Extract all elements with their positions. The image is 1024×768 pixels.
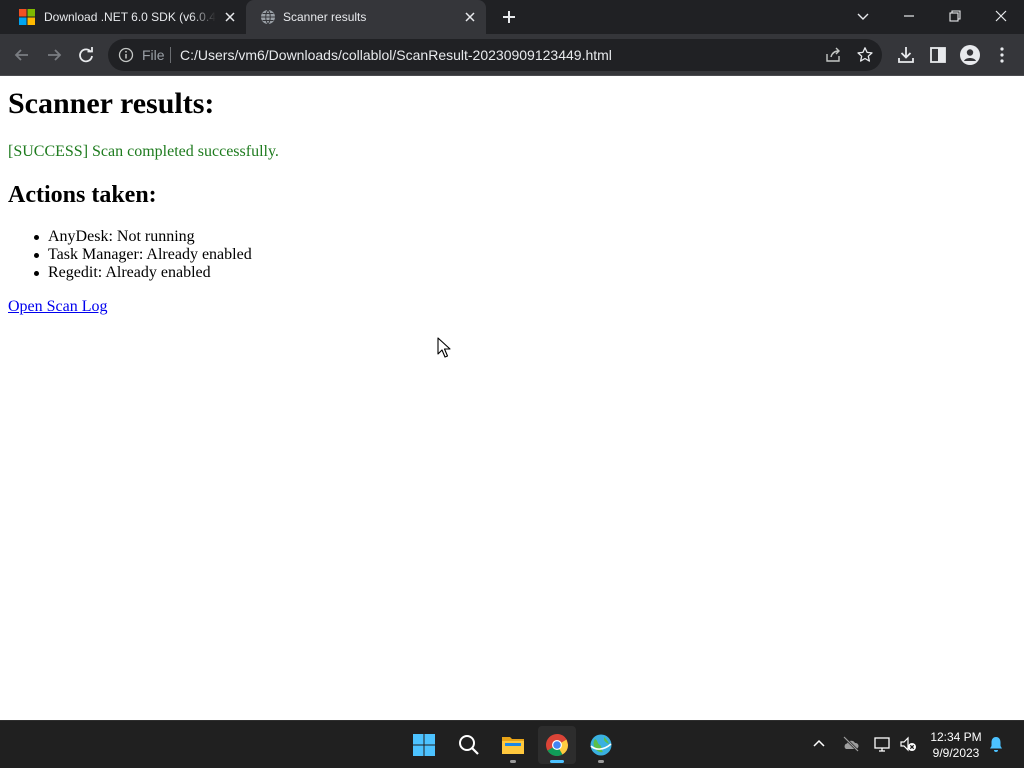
restore-icon[interactable] (943, 5, 967, 27)
browser-toolbar: File C:/Users/vm6/Downloads/collablol/Sc… (0, 34, 1024, 76)
start-button[interactable] (405, 726, 443, 764)
onedrive-offline-icon[interactable] (842, 735, 860, 753)
active-app-indicator (550, 760, 564, 763)
actions-heading: Actions taken: (8, 182, 157, 208)
address-bar[interactable]: File C:/Users/vm6/Downloads/collablol/Sc… (108, 39, 882, 71)
list-item: Regedit: Already enabled (34, 264, 252, 282)
close-window-icon[interactable] (989, 5, 1013, 27)
globe-icon (261, 9, 275, 25)
share-icon[interactable] (824, 46, 842, 64)
taskbar-clock[interactable]: 12:34 PM 9/9/2023 (922, 729, 990, 761)
taskbar-browser-app[interactable] (582, 726, 620, 764)
close-tab-icon[interactable] (462, 9, 478, 25)
menu-kebab-icon[interactable] (991, 44, 1013, 66)
list-item: AnyDesk: Not running (34, 228, 252, 246)
open-scan-log-link[interactable]: Open Scan Log (8, 298, 108, 316)
tab-scanner-results[interactable]: Scanner results (246, 0, 486, 34)
forward-icon[interactable] (43, 44, 65, 66)
list-item: Task Manager: Already enabled (34, 246, 252, 263)
bookmark-star-icon[interactable] (856, 46, 874, 64)
download-icon[interactable] (895, 44, 917, 66)
scan-status-message: [SUCCESS] Scan completed successfully. (8, 143, 279, 160)
tab-dotnet-download[interactable]: Download .NET 6.0 SDK (v6.0.413) (0, 0, 246, 34)
side-panel-icon[interactable] (927, 44, 949, 66)
microsoft-logo-icon (19, 9, 35, 25)
reload-icon[interactable] (75, 44, 97, 66)
url-text[interactable]: C:/Users/vm6/Downloads/collablol/ScanRes… (180, 47, 612, 63)
tab-title: Scanner results (283, 10, 367, 24)
taskbar-file-explorer[interactable] (494, 726, 532, 764)
running-indicator (510, 760, 516, 763)
close-tab-icon[interactable] (222, 9, 238, 25)
windows-start-icon (413, 734, 435, 756)
chevron-up-icon[interactable] (810, 735, 828, 753)
actions-list: AnyDesk: Not running Task Manager: Alrea… (34, 228, 252, 282)
volume-muted-icon[interactable] (899, 735, 917, 753)
minimize-icon[interactable] (897, 5, 921, 27)
running-indicator (598, 760, 604, 763)
clock-time: 12:34 PM (930, 730, 982, 744)
back-icon[interactable] (11, 44, 33, 66)
search-icon (459, 735, 479, 755)
info-icon[interactable] (118, 47, 134, 63)
url-scheme-label: File (142, 47, 165, 63)
notification-bell-icon[interactable] (987, 735, 1005, 753)
page-title: Scanner results: (8, 87, 215, 120)
browser-globe-icon (590, 734, 612, 756)
windows-taskbar: 12:34 PM 9/9/2023 (0, 720, 1024, 768)
mouse-cursor-icon (437, 337, 451, 358)
taskbar-chrome[interactable] (538, 726, 576, 764)
profile-avatar-icon[interactable] (959, 44, 981, 66)
tab-search-icon[interactable] (851, 5, 875, 27)
tab-title: Download .NET 6.0 SDK (v6.0.413) (44, 10, 216, 24)
file-explorer-icon (502, 737, 524, 754)
tab-strip: Download .NET 6.0 SDK (v6.0.413) Scanner… (0, 0, 1024, 34)
clock-date: 9/9/2023 (932, 746, 980, 760)
taskbar-search-button[interactable] (450, 726, 488, 764)
new-tab-icon[interactable] (499, 7, 519, 27)
network-icon[interactable] (873, 735, 891, 753)
address-divider (170, 47, 171, 63)
page-content: Scanner results: [SUCCESS] Scan complete… (0, 77, 1024, 720)
chrome-icon (546, 734, 568, 756)
